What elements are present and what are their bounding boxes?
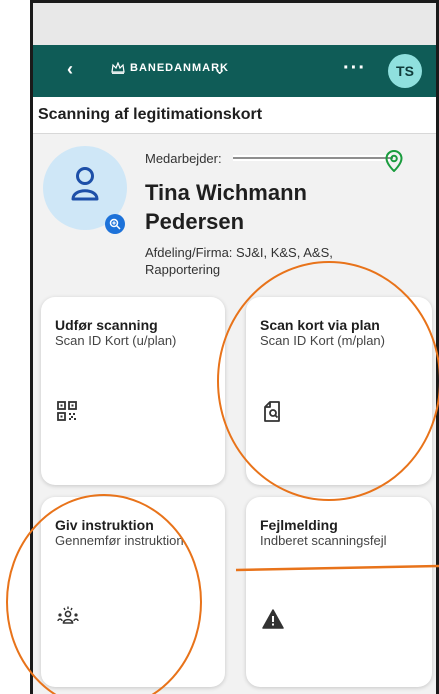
user-avatar[interactable]: TS: [388, 54, 422, 88]
card-title: Scan kort via plan: [260, 317, 380, 333]
card-subtitle: Indberet scanningsfejl: [260, 533, 387, 548]
card-subtitle: Gennemfør instruktion: [55, 533, 184, 548]
zoom-in-icon[interactable]: [105, 214, 125, 234]
title-bar: Scanning af legitimationskort: [33, 97, 436, 134]
location-pin-icon[interactable]: [385, 150, 403, 172]
card-title: Fejlmelding: [260, 517, 338, 533]
card-fejlmelding[interactable]: Fejlmelding Indberet scanningsfejl: [246, 497, 432, 687]
more-dots-icon[interactable]: ···: [343, 57, 366, 80]
card-subtitle: Scan ID Kort (m/plan): [260, 333, 385, 348]
redaction-scribble: [233, 155, 393, 161]
crown-icon: [111, 62, 125, 74]
card-scan-kort-via-plan[interactable]: Scan kort via plan Scan ID Kort (m/plan): [246, 297, 432, 485]
card-title: Giv instruktion: [55, 517, 154, 533]
status-bar: [33, 3, 436, 45]
document-search-icon: [264, 401, 280, 422]
employee-label: Medarbejder:: [145, 151, 222, 166]
warning-icon: [262, 609, 284, 629]
page-title: Scanning af legitimationskort: [38, 106, 263, 123]
chevron-left-icon[interactable]: ‹: [67, 59, 73, 80]
profile-section: Medarbejder: Tina Wichmann Pedersen Afde…: [33, 134, 436, 286]
card-udfoer-scanning[interactable]: Udfør scanning Scan ID Kort (u/plan): [41, 297, 225, 485]
employee-name: Tina Wichmann Pedersen: [145, 180, 307, 234]
card-subtitle: Scan ID Kort (u/plan): [55, 333, 177, 348]
card-giv-instruktion[interactable]: Giv instruktion Gennemfør instruktion: [41, 497, 225, 687]
group-instruction-icon: [57, 606, 79, 624]
qr-code-icon: [57, 401, 77, 421]
logo: BANEDANMARK: [111, 62, 229, 74]
person-icon: [71, 167, 99, 201]
department: Afdeling/Firma: SJ&I, K&S, A&S, Rapporte…: [145, 245, 333, 277]
app-bar: ‹ BANEDANMARK ⌄ ··· TS: [33, 45, 436, 97]
chevron-down-icon[interactable]: ⌄: [213, 59, 226, 79]
phone-frame: ‹ BANEDANMARK ⌄ ··· TS Scanning af legit…: [30, 0, 439, 694]
card-title: Udfør scanning: [55, 317, 158, 333]
